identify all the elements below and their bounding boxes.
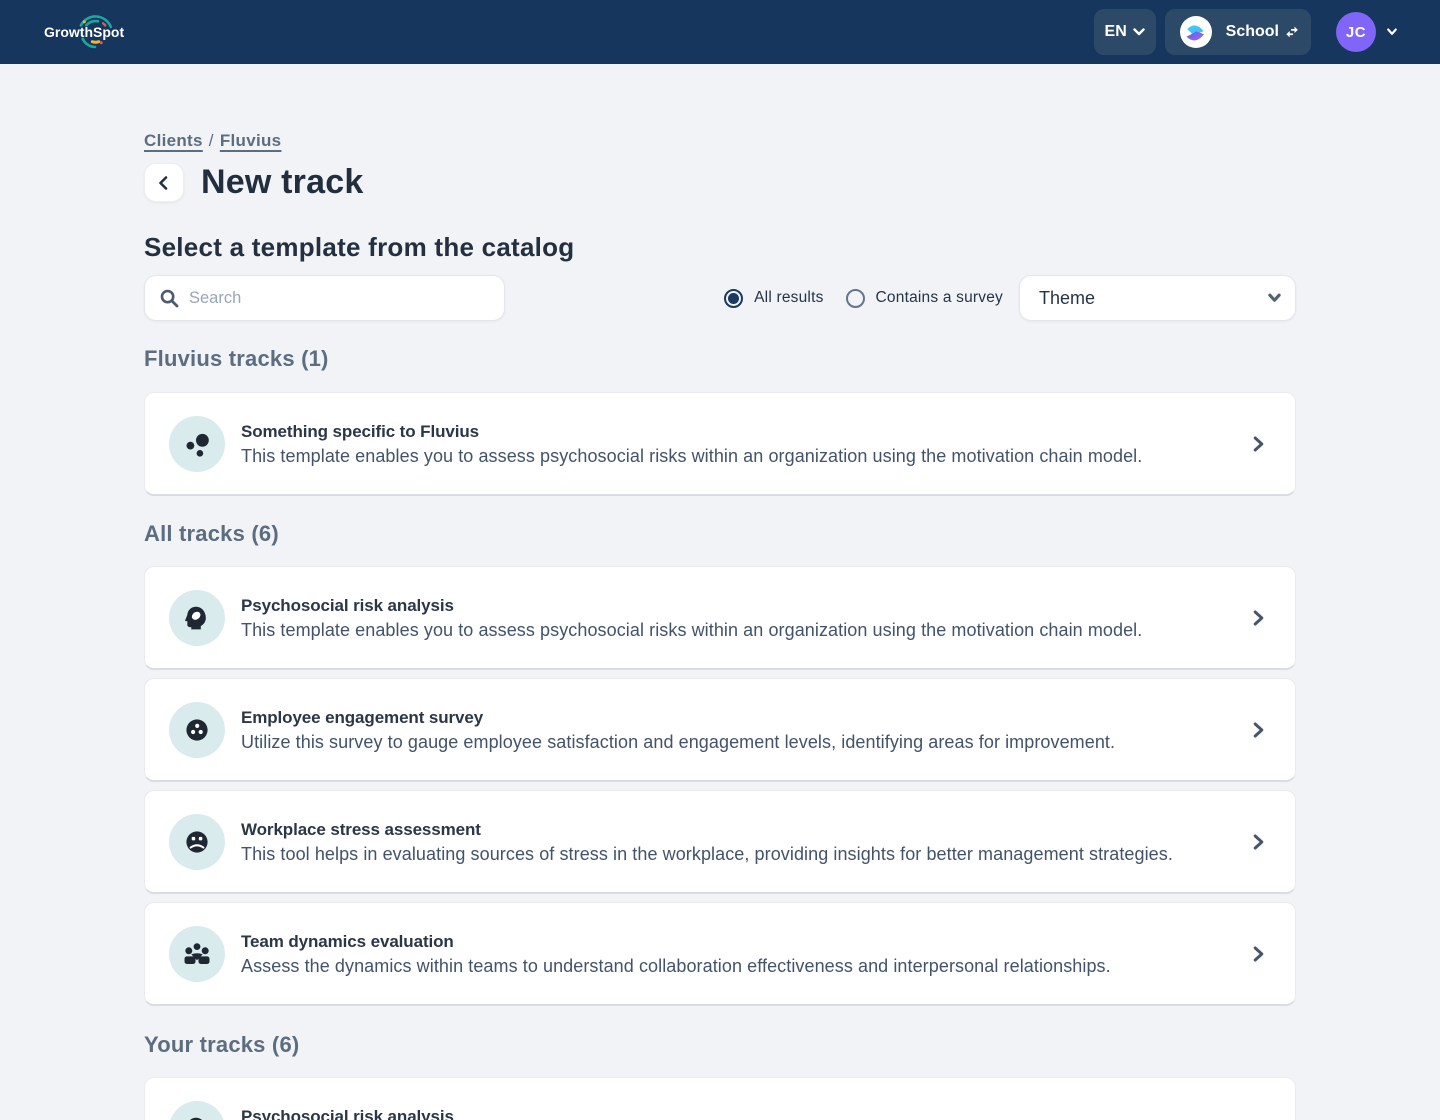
svg-text:Growth: Growth: [44, 24, 93, 40]
svg-text:Spot: Spot: [93, 24, 124, 40]
